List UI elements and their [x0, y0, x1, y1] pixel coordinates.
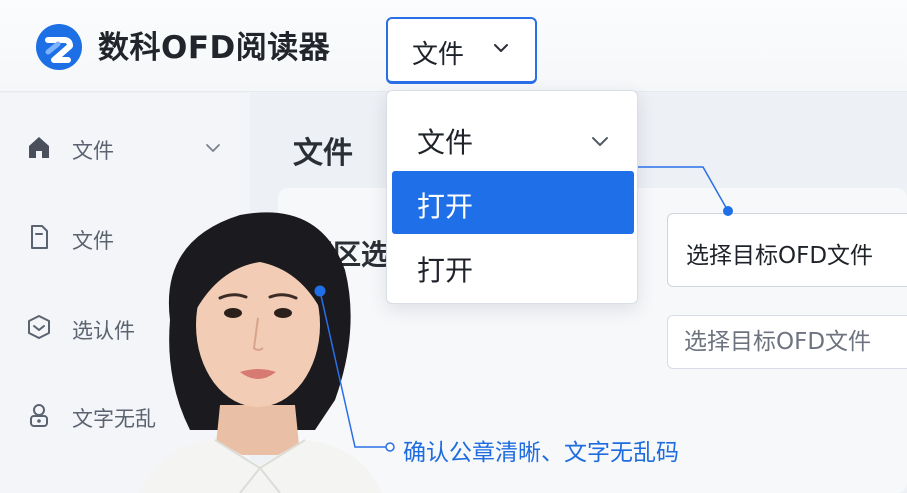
app-logo-icon [36, 24, 82, 70]
target-file-input-wrap[interactable] [667, 315, 907, 369]
chevron-down-icon [592, 137, 608, 146]
page-title: 文件 [293, 136, 353, 171]
chevron-down-icon [494, 44, 508, 52]
app-title: 数科OFD阅读器 [98, 30, 331, 66]
target-file-input[interactable] [684, 326, 907, 358]
menu-item-file[interactable]: 文件 [392, 107, 634, 170]
file-dropdown-menu: 文件 打开 打开 [386, 90, 638, 304]
file-menu-button[interactable]: 文件 [386, 17, 537, 84]
sidebar-item-label: 文件 [72, 229, 114, 253]
target-file-value: 选择目标OFD文件 [686, 243, 874, 269]
user-lock-icon [30, 404, 48, 427]
document-icon [31, 225, 48, 249]
sidebar-item-files[interactable]: 文件 [0, 118, 250, 178]
target-file-field[interactable]: 选择目标OFD文件 [667, 213, 907, 287]
menu-item-open[interactable]: 打开 [392, 235, 634, 298]
annotation-label: 确认公章清晰、文字无乱码 [403, 440, 679, 466]
sidebar-item-label: 文件 [72, 139, 114, 163]
home-icon [29, 137, 49, 158]
chevron-down-icon [206, 144, 220, 152]
shield-check-icon [28, 315, 50, 339]
file-menu-label: 文件 [412, 40, 465, 70]
menu-item-open-selected[interactable]: 打开 [392, 171, 634, 234]
menu-item-label: 文件 [417, 126, 474, 159]
menu-item-label: 打开 [417, 254, 474, 287]
menu-item-label: 打开 [417, 190, 474, 223]
person-photo [140, 212, 382, 493]
